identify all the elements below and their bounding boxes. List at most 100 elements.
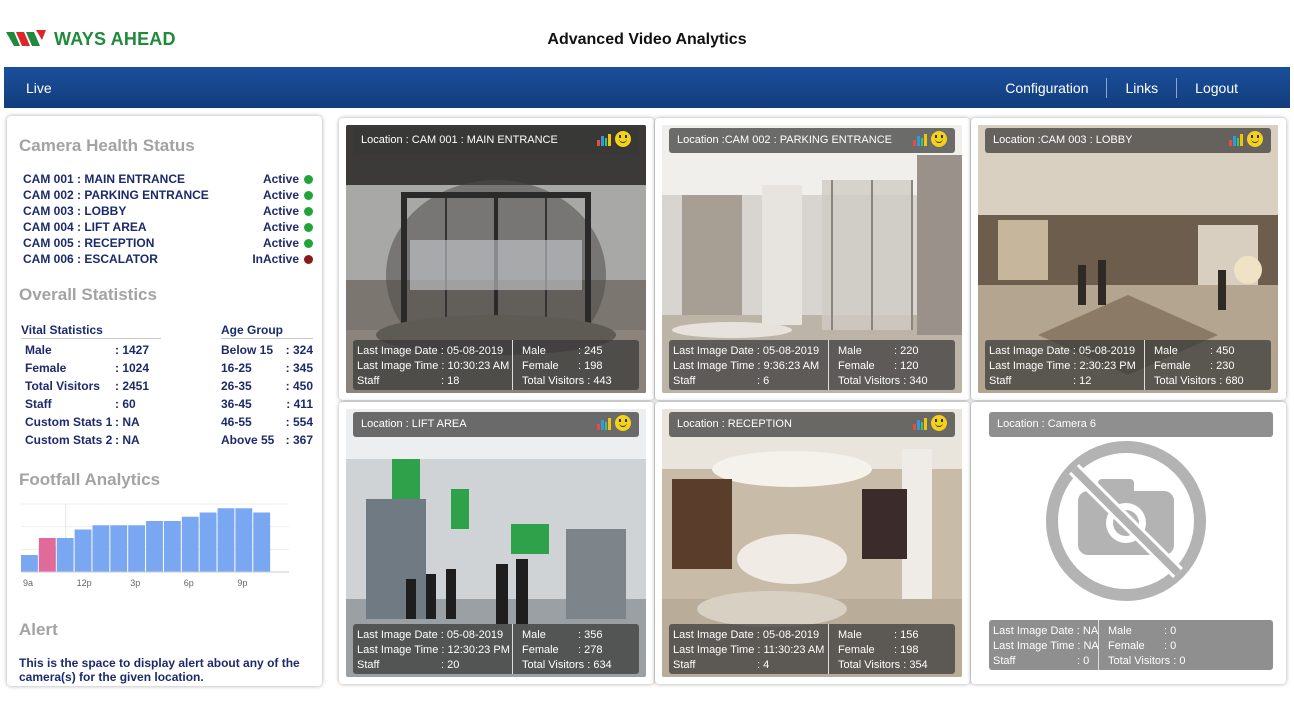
bar-chart-icon[interactable] <box>1229 132 1243 146</box>
stat-row: Custom Stats 1: NA <box>21 415 161 433</box>
overall-statistics: Vital Statistics Male: 1427 Female: 1024… <box>21 323 313 451</box>
total-visitors: Total Visitors : 634 <box>522 659 612 671</box>
female-label: Female <box>1108 640 1145 652</box>
age-row: 16-25 : 345 <box>221 361 313 379</box>
camera-status: Active <box>262 204 299 218</box>
nav-logout[interactable]: Logout <box>1177 80 1256 96</box>
male-value: : 0 <box>1164 625 1177 637</box>
camera-health-row[interactable]: CAM 004 : LIFT AREA Active <box>23 219 313 235</box>
camera-health-row[interactable]: CAM 006 : ESCALATOR InActive <box>23 251 313 267</box>
total-visitors: Total Visitors : 340 <box>838 375 928 387</box>
age-label: Above 55 <box>221 433 275 447</box>
chart-bar[interactable] <box>253 512 271 573</box>
chart-bar[interactable] <box>110 525 128 572</box>
camera-health-row[interactable]: CAM 002 : PARKING ENTRANCE Active <box>23 187 313 203</box>
stat-label: Male <box>25 343 52 357</box>
nav-live[interactable]: Live <box>26 80 52 96</box>
footfall-chart[interactable]: 9a 12p 3p 6p 9p <box>19 500 301 592</box>
status-dot-icon <box>304 254 313 264</box>
age-label: 46-55 <box>221 415 252 429</box>
status-dot-icon <box>304 174 313 184</box>
chart-bar-highlight[interactable] <box>38 538 56 572</box>
camera-status: Active <box>262 188 299 202</box>
location-bar: Location : LIFT AREA <box>353 412 639 437</box>
female-label: Female <box>838 644 875 656</box>
camera-card[interactable]: Location : LIFT AREA Last Image Date : 0… <box>339 402 654 684</box>
smiley-icon[interactable] <box>615 131 631 147</box>
camera-card[interactable]: Location :CAM 002 : PARKING ENTRANCE Las… <box>655 118 970 400</box>
male-label: Male <box>838 345 862 357</box>
stat-value: : NA <box>115 433 140 447</box>
female-value: : 120 <box>894 360 919 372</box>
last-image-time: Last Image Time : 2:30:23 PM <box>989 360 1136 372</box>
chart-bar[interactable] <box>146 521 163 572</box>
camera-card[interactable]: Location :CAM 003 : LOBBY Last Image Dat… <box>971 118 1286 400</box>
chart-bar[interactable] <box>128 525 146 572</box>
smiley-icon[interactable] <box>931 131 947 147</box>
last-image-date: Last Image Date : 05-08-2019 <box>673 345 820 357</box>
male-value: : 245 <box>578 345 603 357</box>
female-value: : 198 <box>578 360 603 372</box>
age-label: 16-25 <box>221 361 252 375</box>
status-dot-icon <box>304 190 313 200</box>
nav-links[interactable]: Links <box>1107 80 1176 96</box>
camera-health-row[interactable]: CAM 005 : RECEPTION Active <box>23 235 313 251</box>
chart-bar[interactable] <box>21 555 38 572</box>
male-value: : 356 <box>578 629 603 641</box>
total-visitors: Total Visitors : 443 <box>522 375 612 387</box>
stat-row: Custom Stats 2: NA <box>21 433 161 451</box>
chart-bar[interactable] <box>235 508 253 572</box>
stat-row: Male: 1427 <box>21 343 161 361</box>
chart-bar[interactable] <box>56 538 74 572</box>
alert-title: Alert <box>19 620 58 639</box>
age-label: 26-35 <box>221 379 252 393</box>
bar-chart-icon[interactable] <box>597 416 611 430</box>
location-bar: Location :CAM 003 : LOBBY <box>985 128 1271 153</box>
age-value: : 367 <box>285 433 313 447</box>
female-value: : 278 <box>578 644 603 656</box>
nav-right-group: Configuration Links Logout <box>987 67 1256 108</box>
chart-bar[interactable] <box>199 512 217 573</box>
last-image-time: Last Image Time : 12:30:23 PM <box>357 644 510 656</box>
chart-bar[interactable] <box>163 521 181 572</box>
status-dot-icon <box>304 222 313 232</box>
age-value: : 554 <box>285 415 313 429</box>
bar-chart-icon[interactable] <box>597 132 611 146</box>
chart-tick-label: 9a <box>23 578 33 588</box>
stat-value: : 1024 <box>115 361 150 375</box>
camera-info-bar: Last Image Date : 05-08-2019 Last Image … <box>669 340 955 390</box>
female-value: : 0 <box>1164 640 1177 652</box>
camera-health-row[interactable]: CAM 003 : LOBBY Active <box>23 203 313 219</box>
last-image-date: Last Image Date : 05-08-2019 <box>673 629 820 641</box>
nav-configuration[interactable]: Configuration <box>987 80 1106 96</box>
smiley-icon[interactable] <box>1247 131 1263 147</box>
smiley-icon[interactable] <box>615 415 631 431</box>
bar-chart-icon[interactable] <box>913 416 927 430</box>
overall-statistics-title: Overall Statistics <box>19 285 157 304</box>
location-label: Location :CAM 003 : LOBBY <box>993 134 1133 146</box>
female-label: Female <box>522 360 559 372</box>
smiley-icon[interactable] <box>931 415 947 431</box>
camera-health-row[interactable]: CAM 001 : MAIN ENTRANCE Active <box>23 171 313 187</box>
stat-row: Staff: 60 <box>21 397 161 415</box>
camera-info-bar: Last Image Date : 05-08-2019 Last Image … <box>353 624 639 674</box>
location-label: Location : Camera 6 <box>997 418 1097 430</box>
age-value: : 345 <box>285 361 313 375</box>
age-row: 36-45: 411 <box>221 397 313 415</box>
camera-card[interactable]: Location : RECEPTION Last Image Date : 0… <box>655 402 970 684</box>
location-label: Location :CAM 002 : PARKING ENTRANCE <box>677 134 892 146</box>
stat-label: Custom Stats 1 <box>25 415 113 429</box>
age-row: Below 15: 324 <box>221 343 313 361</box>
camera-card[interactable]: Location : Camera 6 Last Image Date : NA… <box>971 402 1286 684</box>
camera-card[interactable]: Location : CAM 001 : MAIN ENTRANCE Last … <box>339 118 654 400</box>
alert-message: This is the space to display alert about… <box>19 656 300 684</box>
female-value: : 230 <box>1210 360 1235 372</box>
camera-name: CAM 005 : RECEPTION <box>23 236 155 250</box>
chart-bar[interactable] <box>92 525 110 572</box>
staff-label: Staff <box>673 659 696 671</box>
chart-bar[interactable] <box>217 508 235 572</box>
female-label: Female <box>838 360 875 372</box>
chart-bar[interactable] <box>181 516 199 572</box>
bar-chart-icon[interactable] <box>913 132 927 146</box>
chart-bar[interactable] <box>74 529 92 573</box>
